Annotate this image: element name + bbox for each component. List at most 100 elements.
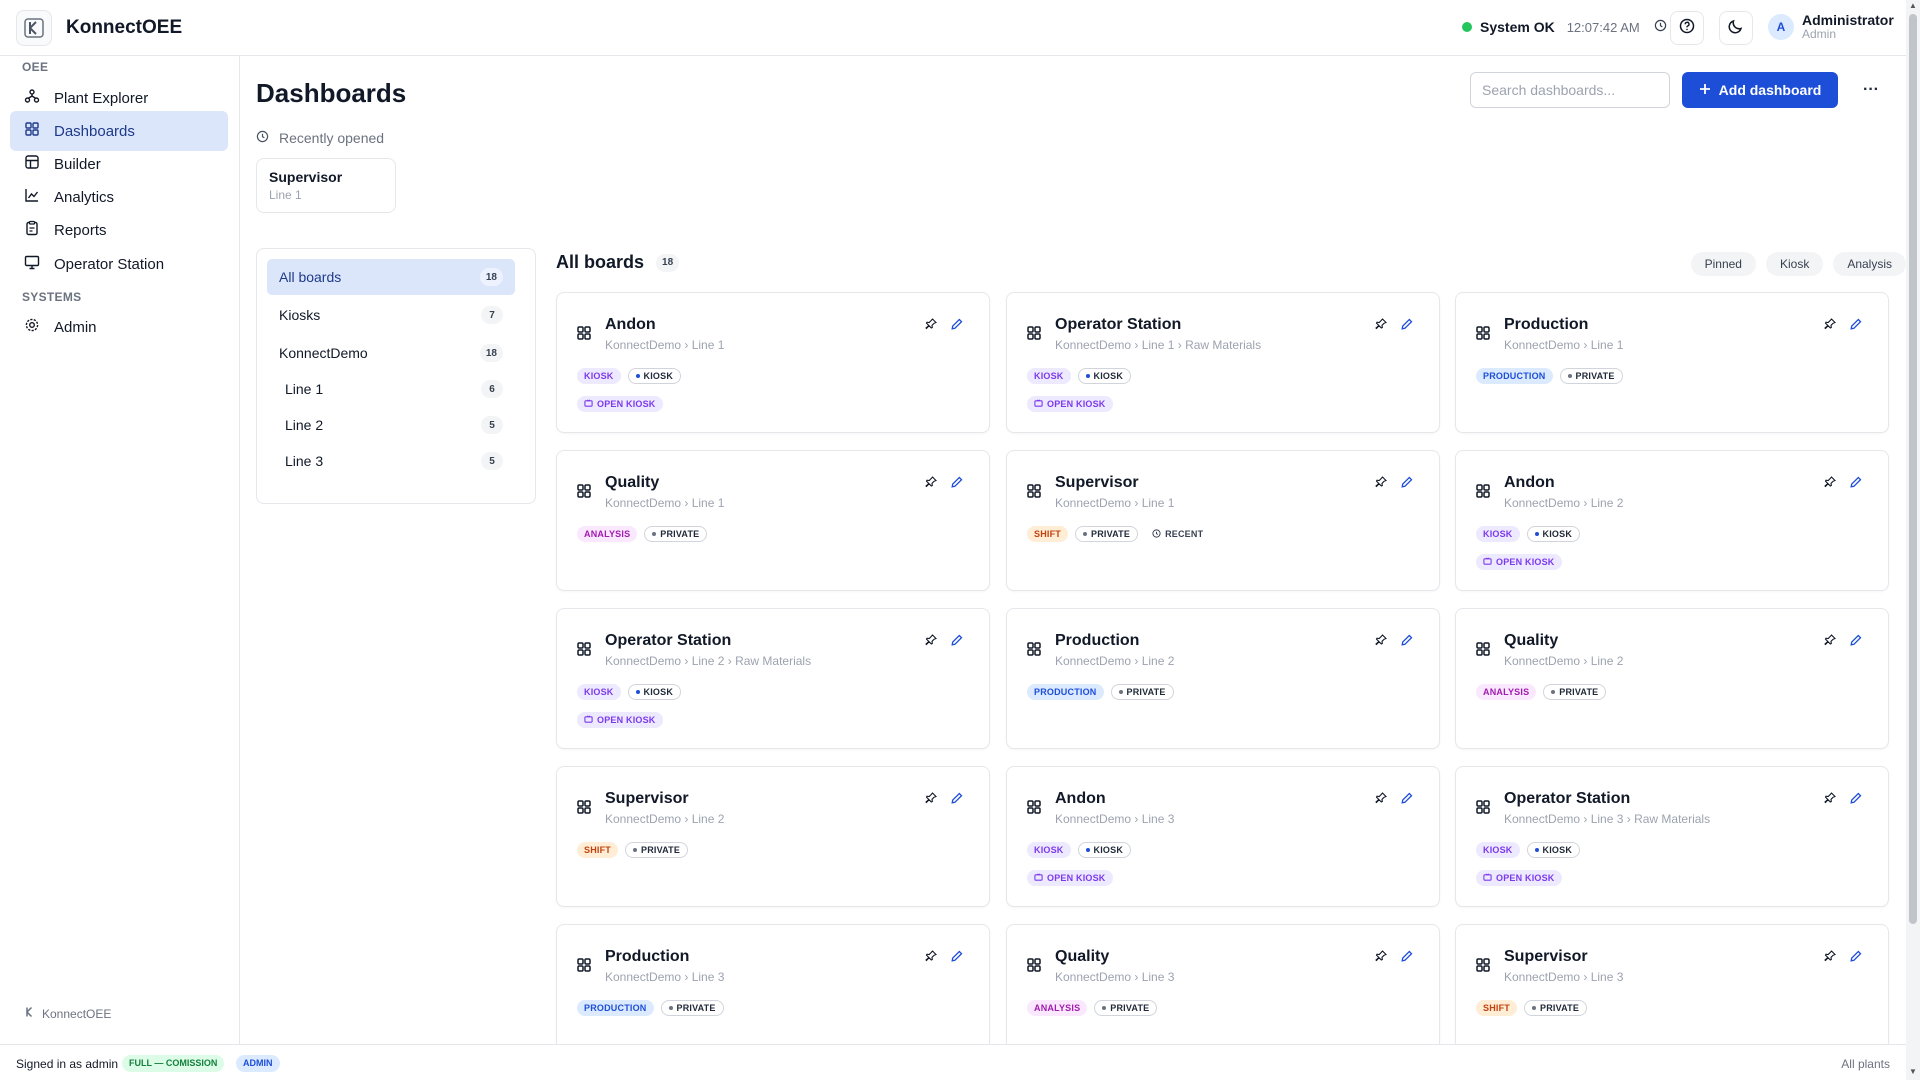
pin-icon[interactable] bbox=[1824, 317, 1836, 335]
tag-badge: KIOSK bbox=[1077, 842, 1132, 858]
edit-icon[interactable] bbox=[1850, 791, 1862, 809]
dashboard-card[interactable]: Quality KonnectDemo › Line 2 ANALYSIS PRIVA… bbox=[1455, 608, 1889, 749]
open-kiosk-button[interactable]: OPEN KIOSK bbox=[1027, 870, 1113, 886]
recent-card-subtitle: Line 1 bbox=[269, 188, 302, 202]
plus-icon bbox=[1699, 82, 1711, 98]
add-dashboard-button[interactable]: Add dashboard bbox=[1682, 72, 1838, 108]
tag-badge: RECENT bbox=[1145, 526, 1211, 542]
app-logo-icon[interactable] bbox=[16, 10, 52, 46]
sidebar-item-label: Builder bbox=[54, 155, 101, 173]
tag-badge: KIOSK bbox=[577, 368, 621, 384]
pin-icon[interactable] bbox=[1824, 949, 1836, 967]
tag-label: ANALYSIS bbox=[584, 529, 631, 539]
dot-icon bbox=[1532, 1006, 1536, 1010]
tag-badge: KIOSK bbox=[577, 684, 621, 700]
filter-line-3[interactable]: Line 3 5 bbox=[275, 443, 515, 479]
open-kiosk-button[interactable]: OPEN KIOSK bbox=[577, 712, 663, 728]
dashboard-card[interactable]: Operator Station KonnectDemo › Line 3 › R… bbox=[1455, 766, 1889, 907]
help-button[interactable] bbox=[1670, 11, 1704, 45]
open-kiosk-label: OPEN KIOSK bbox=[1047, 399, 1106, 409]
filter-line-2[interactable]: Line 2 5 bbox=[275, 407, 515, 443]
app-title: KonnectOEE bbox=[66, 17, 183, 38]
pin-icon[interactable] bbox=[1375, 949, 1387, 967]
card-tags: KIOSK KIOSK bbox=[577, 368, 682, 384]
chip-analysis[interactable]: Analysis bbox=[1833, 252, 1906, 276]
dashboard-card[interactable]: Production KonnectDemo › Line 2 PRODUCTION… bbox=[1006, 608, 1440, 749]
dashboard-card[interactable]: Andon KonnectDemo › Line 1 KIOSK KIOSK OPEN … bbox=[556, 292, 990, 433]
edit-icon[interactable] bbox=[1401, 475, 1413, 493]
open-kiosk-button[interactable]: OPEN KIOSK bbox=[1476, 870, 1562, 886]
pin-icon[interactable] bbox=[1375, 317, 1387, 335]
card-tags: SHIFT PRIVATE RECENT bbox=[1027, 526, 1211, 542]
recent-card-supervisor[interactable]: Supervisor Line 1 bbox=[256, 158, 396, 213]
scroll-down-icon[interactable]: ▼ bbox=[1909, 1068, 1917, 1076]
edit-icon[interactable] bbox=[951, 633, 963, 651]
filter-konnectdemo[interactable]: KonnectDemo 18 bbox=[267, 335, 515, 371]
filter-line-1[interactable]: Line 1 6 bbox=[275, 371, 515, 407]
pin-icon[interactable] bbox=[925, 317, 937, 335]
pin-icon[interactable] bbox=[1824, 475, 1836, 493]
open-kiosk-button[interactable]: OPEN KIOSK bbox=[1476, 554, 1562, 570]
dashboard-card[interactable]: Production KonnectDemo › Line 1 PRODUCTION… bbox=[1455, 292, 1889, 433]
pin-icon[interactable] bbox=[925, 949, 937, 967]
filter-kiosks[interactable]: Kiosks 7 bbox=[267, 297, 515, 333]
card-path: KonnectDemo › Line 1 › Raw Materials bbox=[1055, 338, 1262, 352]
filter-label: Line 2 bbox=[285, 417, 324, 433]
filter-all-boards[interactable]: All boards 18 bbox=[267, 259, 515, 295]
edit-icon[interactable] bbox=[1401, 791, 1413, 809]
open-kiosk-button[interactable]: OPEN KIOSK bbox=[577, 396, 663, 412]
more-options-button[interactable]: ··· bbox=[1854, 74, 1888, 106]
edit-icon[interactable] bbox=[951, 791, 963, 809]
dashboard-card[interactable]: Andon KonnectDemo › Line 2 KIOSK KIOSK OPEN … bbox=[1455, 450, 1889, 591]
pin-icon[interactable] bbox=[1375, 791, 1387, 809]
user-menu[interactable]: A Administrator Admin bbox=[1768, 12, 1894, 41]
sidebar-section-systems: SYSTEMS bbox=[22, 290, 82, 304]
sidebar-item-admin[interactable]: Admin bbox=[10, 307, 228, 347]
pin-icon[interactable] bbox=[1824, 791, 1836, 809]
scroll-up-icon[interactable]: ▲ bbox=[1909, 2, 1917, 10]
builder-grid-icon bbox=[24, 154, 40, 174]
pin-icon[interactable] bbox=[925, 475, 937, 493]
tag-label: KIOSK bbox=[1542, 529, 1573, 539]
pin-icon[interactable] bbox=[1375, 475, 1387, 493]
edit-icon[interactable] bbox=[1850, 949, 1862, 967]
search-input[interactable] bbox=[1470, 72, 1670, 108]
scroll-thumb[interactable] bbox=[1909, 14, 1917, 924]
dashboard-card[interactable]: Operator Station KonnectDemo › Line 2 › R… bbox=[556, 608, 990, 749]
sidebar-item-label: Reports bbox=[54, 221, 107, 239]
chip-kiosk[interactable]: Kiosk bbox=[1765, 252, 1824, 276]
card-path: KonnectDemo › Line 1 bbox=[605, 496, 725, 510]
page-scrollbar[interactable]: ▲ ▼ bbox=[1906, 0, 1920, 1080]
tag-label: PRIVATE bbox=[660, 529, 700, 539]
dashboard-card[interactable]: Supervisor KonnectDemo › Line 2 SHIFT PRIVA… bbox=[556, 766, 990, 907]
dashboard-card[interactable]: Operator Station KonnectDemo › Line 1 › R… bbox=[1006, 292, 1440, 433]
edit-icon[interactable] bbox=[1850, 633, 1862, 651]
card-title: Operator Station bbox=[1504, 790, 1631, 807]
card-title: Production bbox=[1504, 316, 1589, 333]
edit-icon[interactable] bbox=[951, 949, 963, 967]
boards-count: 18 bbox=[656, 253, 680, 272]
dashboard-card[interactable]: Quality KonnectDemo › Line 1 ANALYSIS PRIVA… bbox=[556, 450, 990, 591]
tag-label: PRIVATE bbox=[1110, 1003, 1150, 1013]
edit-icon[interactable] bbox=[1850, 475, 1862, 493]
dashboard-grid-icon bbox=[24, 121, 40, 141]
tag-badge: PRODUCTION bbox=[1027, 684, 1104, 700]
clipboard-icon bbox=[24, 220, 40, 240]
dashboard-card[interactable]: Andon KonnectDemo › Line 3 KIOSK KIOSK OPEN … bbox=[1006, 766, 1440, 907]
edit-icon[interactable] bbox=[951, 317, 963, 335]
chip-pinned[interactable]: Pinned bbox=[1690, 252, 1756, 276]
filter-count: 18 bbox=[479, 268, 503, 286]
edit-icon[interactable] bbox=[1401, 317, 1413, 335]
theme-toggle-button[interactable] bbox=[1719, 11, 1753, 45]
pin-icon[interactable] bbox=[925, 791, 937, 809]
edit-icon[interactable] bbox=[951, 475, 963, 493]
pin-icon[interactable] bbox=[1375, 633, 1387, 651]
sidebar-item-operator-station[interactable]: Operator Station bbox=[10, 244, 228, 284]
pin-icon[interactable] bbox=[1824, 633, 1836, 651]
pin-icon[interactable] bbox=[925, 633, 937, 651]
dashboard-card[interactable]: Supervisor KonnectDemo › Line 1 SHIFT PRIVA… bbox=[1006, 450, 1440, 591]
edit-icon[interactable] bbox=[1401, 949, 1413, 967]
open-kiosk-button[interactable]: OPEN KIOSK bbox=[1027, 396, 1113, 412]
edit-icon[interactable] bbox=[1401, 633, 1413, 651]
edit-icon[interactable] bbox=[1850, 317, 1862, 335]
